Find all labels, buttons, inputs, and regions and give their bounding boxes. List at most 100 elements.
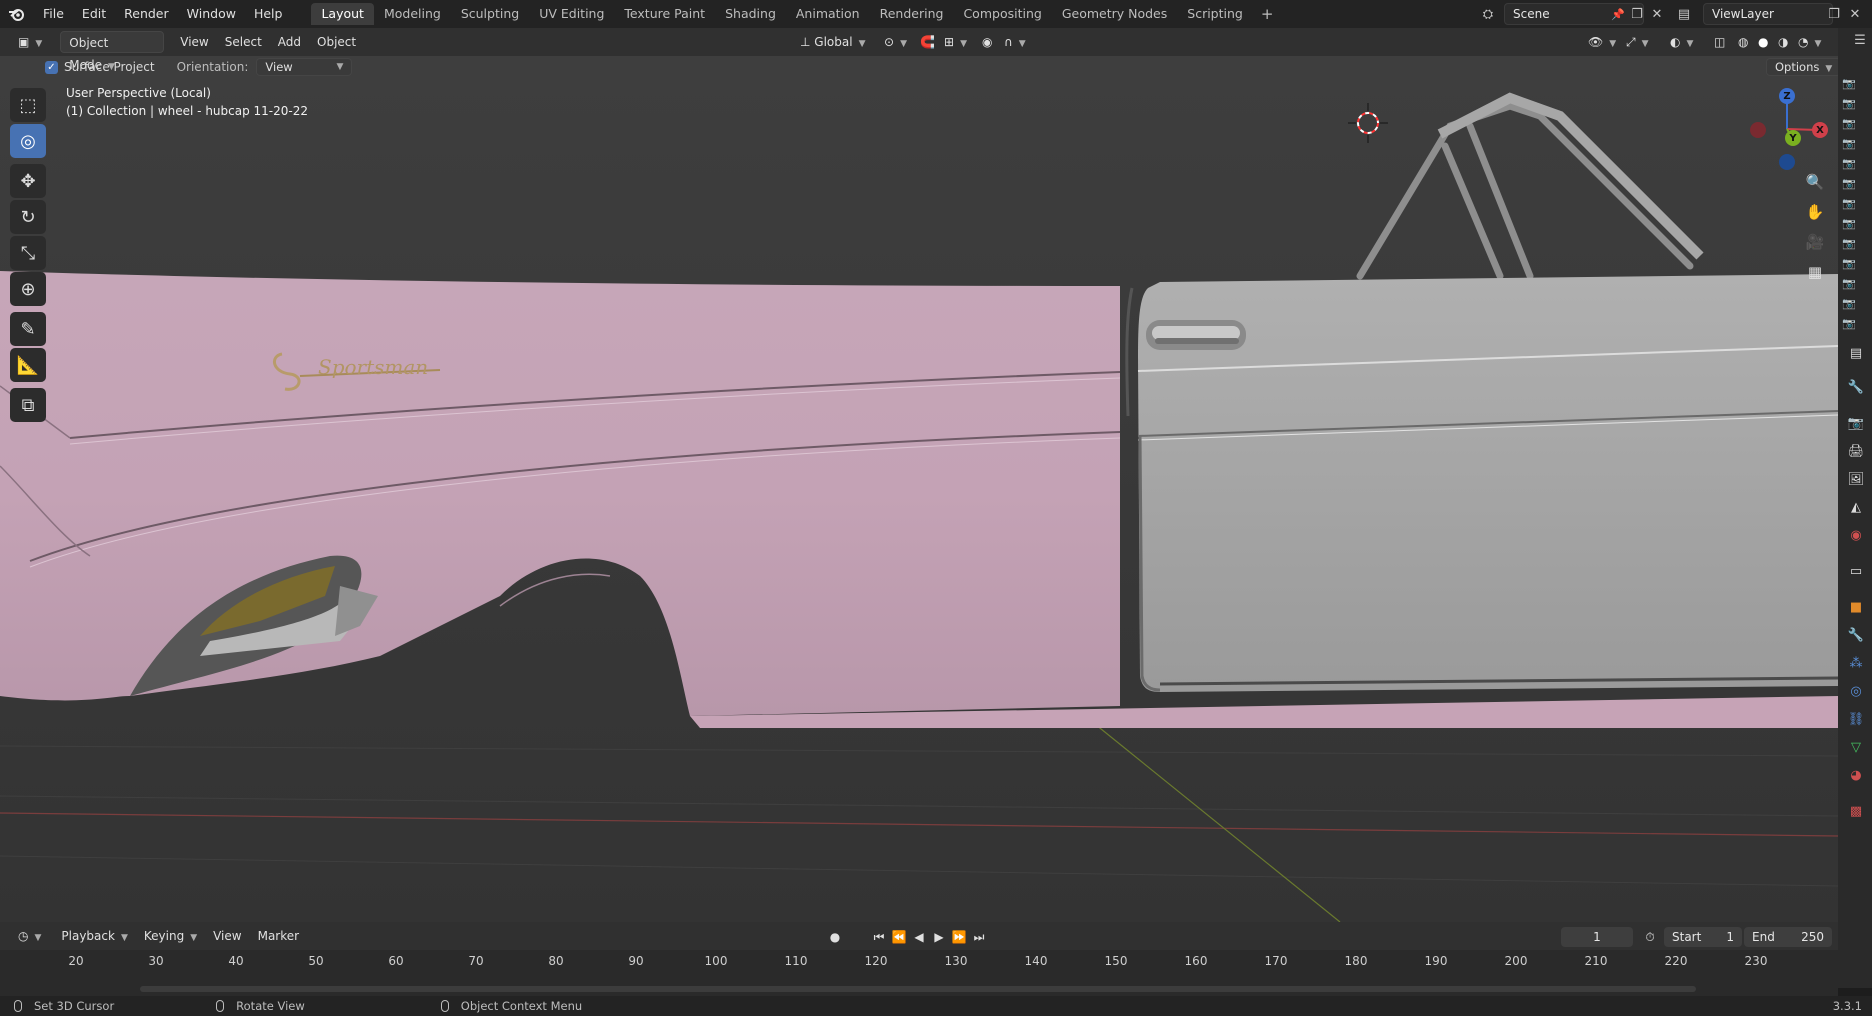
render-visibility-icon[interactable]: 📷 xyxy=(1842,236,1856,250)
add-cube-tool-icon[interactable]: ⧉ xyxy=(10,388,46,422)
auto-keying-icon[interactable]: ● xyxy=(826,928,844,946)
prev-keyframe-icon[interactable]: ⏪ xyxy=(890,928,908,946)
tab-animation[interactable]: Animation xyxy=(786,3,870,25)
render-visibility-icon[interactable]: 📷 xyxy=(1842,196,1856,210)
blender-logo-icon[interactable] xyxy=(0,0,34,28)
mode-dropdown[interactable]: Object Mode ▼ xyxy=(60,31,165,72)
editor-type-icon[interactable]: ▣ ▼ xyxy=(10,31,50,53)
menu-timeline-view[interactable]: View xyxy=(205,925,249,947)
render-visibility-icon[interactable]: 📷 xyxy=(1842,316,1856,330)
render-visibility-icon[interactable]: 📷 xyxy=(1842,216,1856,230)
cursor-tool-icon[interactable]: ◎ xyxy=(10,124,46,158)
render-visibility-icon[interactable]: 📷 xyxy=(1842,116,1856,130)
gizmo-z-axis[interactable]: Z xyxy=(1779,88,1795,104)
modifier-properties-icon[interactable]: 🔧 xyxy=(1845,624,1867,646)
object-properties-icon[interactable]: ■ xyxy=(1845,596,1867,618)
menu-marker[interactable]: Marker xyxy=(250,925,307,947)
render-visibility-icon[interactable]: 📷 xyxy=(1842,256,1856,270)
rendered-shading-icon[interactable]: ◔ ▼ xyxy=(1790,31,1829,53)
data-properties-icon[interactable]: ▽ xyxy=(1845,736,1867,758)
render-visibility-icon[interactable]: 📷 xyxy=(1842,136,1856,150)
orientation-dropdown[interactable]: View ▼ xyxy=(256,58,353,76)
gizmo-toggle-icon[interactable]: ⤢ ▼ xyxy=(1618,31,1657,53)
render-visibility-icon[interactable]: 📷 xyxy=(1842,176,1856,190)
view-layer-field[interactable]: ViewLayer xyxy=(1703,3,1833,25)
pivot-point-icon[interactable]: ⊙ ▼ xyxy=(876,31,915,53)
play-reverse-icon[interactable]: ◀ xyxy=(910,928,928,946)
current-frame-field[interactable]: 1 xyxy=(1561,927,1633,947)
overlay-toggle-icon[interactable]: ◐ ▼ xyxy=(1662,31,1701,53)
new-view-layer-icon[interactable]: ❐ xyxy=(1824,4,1844,24)
material-properties-icon[interactable]: ◕ xyxy=(1845,764,1867,786)
render-visibility-icon[interactable]: 📷 xyxy=(1842,156,1856,170)
pin-icon[interactable]: 📌 xyxy=(1608,4,1628,24)
menu-help[interactable]: Help xyxy=(245,0,292,28)
tool-properties-icon[interactable]: 🔧 xyxy=(1845,376,1867,398)
gizmo-neg-x[interactable] xyxy=(1750,122,1766,138)
end-frame-field[interactable]: End 250 xyxy=(1744,927,1832,947)
gizmo-x-axis[interactable]: X xyxy=(1812,122,1828,138)
tab-scripting[interactable]: Scripting xyxy=(1177,3,1253,25)
zoom-icon[interactable]: 🔍 xyxy=(1801,168,1829,196)
menu-keying[interactable]: Keying ▼ xyxy=(136,925,205,947)
camera-view-icon[interactable]: 🎥 xyxy=(1801,228,1829,256)
scale-tool-icon[interactable]: ⤡ xyxy=(10,236,46,270)
surface-project-checkbox[interactable]: ✓ Surface Project xyxy=(45,60,155,74)
menu-window[interactable]: Window xyxy=(178,0,245,28)
constraints-properties-icon[interactable]: ⛓ xyxy=(1845,708,1867,730)
render-visibility-icon[interactable]: 📷 xyxy=(1842,96,1856,110)
render-visibility-icon[interactable]: 📷 xyxy=(1842,76,1856,90)
timeline-scrollbar[interactable] xyxy=(140,986,1696,992)
add-workspace-button[interactable]: + xyxy=(1253,5,1282,23)
navigation-gizmo[interactable]: Z Y X xyxy=(1742,84,1832,174)
pan-hand-icon[interactable]: ✋ xyxy=(1801,198,1829,226)
jump-start-icon[interactable]: ⏮ xyxy=(870,928,888,946)
select-box-tool-icon[interactable]: ⬚ xyxy=(10,88,46,122)
view-layer-icon[interactable]: ▤ xyxy=(1674,4,1694,24)
tab-shading[interactable]: Shading xyxy=(715,3,786,25)
collection-properties-icon[interactable]: ▭ xyxy=(1845,560,1867,582)
render-visibility-icon[interactable]: 📷 xyxy=(1842,276,1856,290)
rotate-tool-icon[interactable]: ↻ xyxy=(10,200,46,234)
start-frame-field[interactable]: Start 1 xyxy=(1664,927,1742,947)
menu-edit[interactable]: Edit xyxy=(73,0,115,28)
tab-texture-paint[interactable]: Texture Paint xyxy=(614,3,715,25)
options-dropdown[interactable]: Options ▼ xyxy=(1766,58,1842,76)
texture-properties-icon[interactable]: ▩ xyxy=(1845,800,1867,822)
physics-properties-icon[interactable]: ◎ xyxy=(1845,680,1867,702)
properties-editor-icon[interactable]: ▤ xyxy=(1845,342,1867,364)
render-visibility-icon[interactable]: 📷 xyxy=(1842,296,1856,310)
output-properties-icon[interactable]: 🖨 xyxy=(1845,440,1867,462)
play-icon[interactable]: ▶ xyxy=(930,928,948,946)
tab-uv-editing[interactable]: UV Editing xyxy=(529,3,614,25)
ortho-grid-icon[interactable]: ▦ xyxy=(1801,258,1829,286)
transform-tool-icon[interactable]: ⊕ xyxy=(10,272,46,306)
scene-selector-icon[interactable]: ⛭ xyxy=(1478,4,1498,24)
jump-end-icon[interactable]: ⏭ xyxy=(970,928,988,946)
menu-playback[interactable]: Playback ▼ xyxy=(53,925,135,947)
world-properties-icon[interactable]: ◉ xyxy=(1845,524,1867,546)
tab-rendering[interactable]: Rendering xyxy=(870,3,954,25)
outliner-icon[interactable]: ☰ xyxy=(1850,30,1870,50)
menu-file[interactable]: File xyxy=(34,0,73,28)
next-keyframe-icon[interactable]: ⏩ xyxy=(950,928,968,946)
menu-view[interactable]: View xyxy=(172,31,216,53)
render-properties-icon[interactable]: 📷 xyxy=(1845,412,1867,434)
measure-tool-icon[interactable]: 📐 xyxy=(10,348,46,382)
menu-select[interactable]: Select xyxy=(217,31,270,53)
gizmo-y-axis[interactable]: Y xyxy=(1785,130,1801,146)
timeline-editor-icon[interactable]: ◷ ▼ xyxy=(10,925,49,947)
snap-target-icon[interactable]: ⊞ ▼ xyxy=(936,31,975,53)
scene-properties-icon[interactable]: ◭ xyxy=(1845,496,1867,518)
tab-layout[interactable]: Layout xyxy=(311,3,374,25)
new-scene-icon[interactable]: ❐ xyxy=(1627,4,1647,24)
particles-properties-icon[interactable]: ⁂ xyxy=(1845,652,1867,674)
gizmo-neg-z[interactable] xyxy=(1779,154,1795,170)
annotate-tool-icon[interactable]: ✎ xyxy=(10,312,46,346)
transform-orientation-dropdown[interactable]: ⊥ Global ▼ xyxy=(792,31,873,53)
delete-view-layer-icon[interactable]: ✕ xyxy=(1845,4,1865,24)
move-tool-icon[interactable]: ✥ xyxy=(10,164,46,198)
delete-scene-icon[interactable]: ✕ xyxy=(1647,4,1667,24)
timeline-ruler[interactable]: 20 30 40 50 60 70 80 90 100 110 120 130 140 150 160 170… xyxy=(0,950,1838,996)
tab-modeling[interactable]: Modeling xyxy=(374,3,451,25)
